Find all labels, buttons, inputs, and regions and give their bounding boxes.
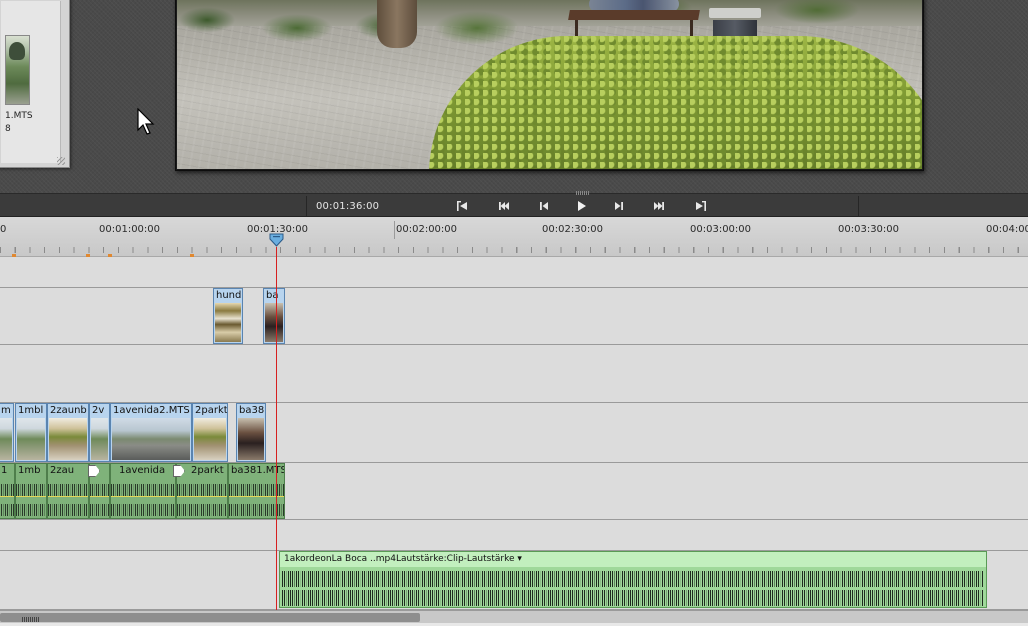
- audio-clip[interactable]: 1mb: [15, 463, 47, 519]
- resize-grip-icon[interactable]: [57, 157, 65, 165]
- media-clip-name: 1.MTS: [5, 111, 33, 121]
- ruler-label: 00:04:00: [986, 224, 1028, 235]
- monitor-area: 1.MTS 8: [0, 0, 1028, 193]
- transport-bar: 00:01:36:00: [0, 191, 1028, 217]
- video-preview[interactable]: [177, 0, 922, 169]
- clip-label: 2parkt: [195, 405, 228, 416]
- go-to-out-point-button[interactable]: [690, 197, 712, 215]
- skip-forward-icon: [654, 202, 664, 210]
- current-timecode[interactable]: 00:01:36:00: [316, 201, 379, 212]
- playhead-handle-icon[interactable]: [269, 233, 284, 247]
- play-icon: [578, 201, 586, 211]
- track-audio-1[interactable]: 1 1mb 2zau 1avenida 2parkt ba381.MTS: [0, 463, 1028, 520]
- volume-dropdown[interactable]: Lautstärke:Clip-Lautstärke ▾: [396, 554, 522, 564]
- step-back-button[interactable]: [533, 197, 555, 215]
- timeline-tracks: hund ba m 1mbl 2zaunb 2v 1avenida2.MTS […: [0, 257, 1028, 610]
- step-forward-button[interactable]: [608, 197, 630, 215]
- audio-clip[interactable]: 1: [0, 463, 15, 519]
- clip-label: ba38: [239, 405, 265, 416]
- media-panel-list: 1.MTS 8: [1, 1, 61, 163]
- panel-splitter[interactable]: [576, 191, 590, 195]
- video-clip[interactable]: 2parkt: [192, 403, 228, 462]
- clip-label: 1avenida: [119, 465, 166, 476]
- timeline-ruler[interactable]: 0 00:01:00:00 00:01:30:00 00:02:00:00 00…: [0, 217, 1028, 257]
- clip-label: 2zaunb: [50, 405, 87, 416]
- clip-label: 1mbl: [18, 405, 44, 416]
- video-clip[interactable]: ba38: [236, 403, 266, 462]
- ruler-label: 00:02:00:00: [396, 224, 458, 235]
- media-thumbnail[interactable]: [5, 35, 30, 105]
- video-clip[interactable]: 2zaunb: [47, 403, 89, 462]
- audio-clip[interactable]: 2zau: [47, 463, 89, 519]
- ruler-label: 0: [0, 224, 7, 235]
- mouse-cursor-icon: [137, 108, 155, 135]
- ruler-label: 00:01:00:00: [99, 224, 161, 235]
- go-to-out-icon: [696, 201, 706, 211]
- clip-label: 1avenida2.MTS [: [113, 405, 192, 416]
- music-clip[interactable]: 1akordeonLa Boca ..mp4 Lautstärke:Clip-L…: [279, 551, 987, 608]
- video-clip[interactable]: m: [0, 403, 14, 462]
- go-to-in-icon: [457, 201, 467, 211]
- track-narration[interactable]: [0, 520, 1028, 551]
- video-clip[interactable]: ba: [263, 288, 285, 344]
- video-clip[interactable]: hund: [213, 288, 243, 344]
- media-panel: 1.MTS 8: [0, 0, 70, 168]
- track-overlay-audio[interactable]: [0, 345, 1028, 403]
- track-overlay[interactable]: hund ba: [0, 288, 1028, 345]
- track-empty-top[interactable]: [0, 257, 1028, 288]
- audio-clip[interactable]: 1avenida: [110, 463, 176, 519]
- skip-back-icon: [499, 202, 509, 210]
- go-to-in-point-button[interactable]: [451, 197, 473, 215]
- track-video-1[interactable]: m 1mbl 2zaunb 2v 1avenida2.MTS [ 2parkt: [0, 403, 1028, 587]
- step-forward-icon: [615, 202, 623, 210]
- clip-label: 1: [1, 465, 8, 476]
- video-clip[interactable]: 1avenida2.MTS [: [110, 403, 192, 462]
- clip-label: hund: [216, 290, 242, 301]
- playhead-line[interactable]: [276, 247, 277, 610]
- media-clip-duration: 8: [5, 124, 11, 134]
- video-clip[interactable]: 1mbl: [15, 403, 47, 462]
- clip-label: 2v: [92, 405, 105, 416]
- step-back-icon: [540, 202, 548, 210]
- go-to-start-button[interactable]: [493, 197, 515, 215]
- video-editor-window: 1.MTS 8 00:01:36:00 0 00:01:00:00 00:01:…: [0, 0, 1028, 626]
- scrollbar-thumb[interactable]: [0, 613, 420, 622]
- ruler-label: 00:03:30:00: [838, 224, 900, 235]
- ruler-label: 00:02:30:00: [542, 224, 604, 235]
- video-clip[interactable]: 2v: [89, 403, 110, 462]
- play-button[interactable]: [570, 197, 592, 215]
- ruler-label: 00:03:00:00: [690, 224, 752, 235]
- clip-label: 1mb: [18, 465, 41, 476]
- music-clip-label: 1akordeonLa Boca ..mp4: [284, 554, 396, 564]
- clip-label: m: [1, 405, 11, 416]
- go-to-end-button[interactable]: [648, 197, 670, 215]
- horizontal-scrollbar[interactable]: [0, 610, 1028, 626]
- clip-label: 2zau: [50, 465, 75, 476]
- clip-label: 2parkt: [191, 465, 224, 476]
